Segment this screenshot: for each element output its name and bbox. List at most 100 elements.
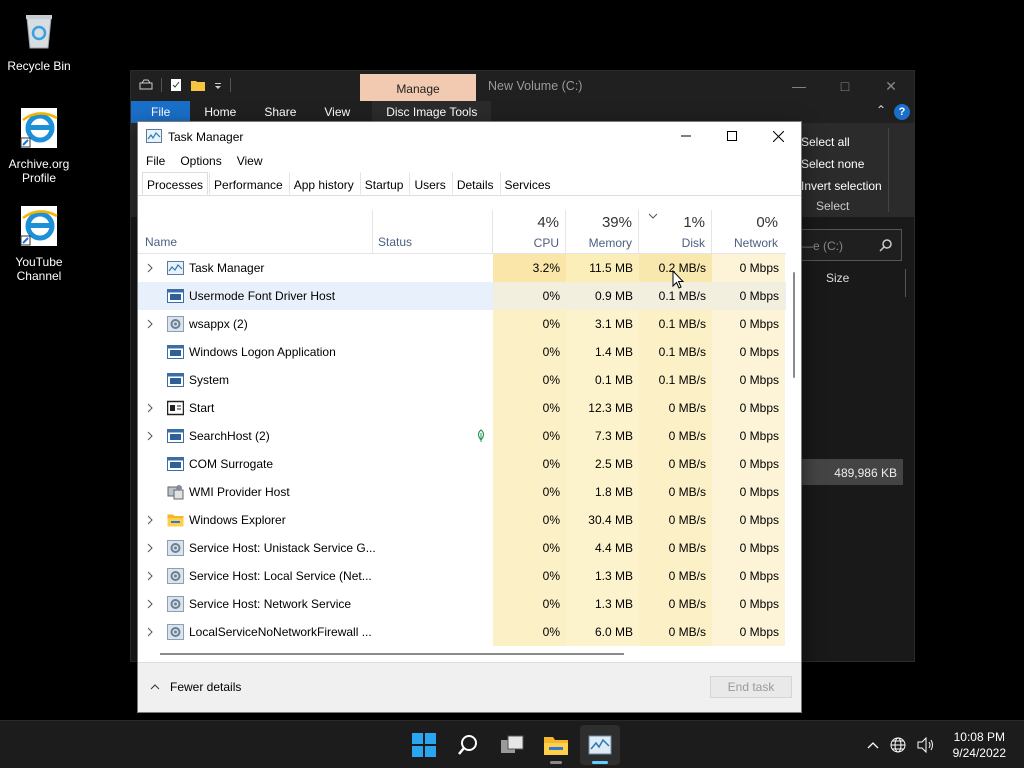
column-size-header[interactable]: Size bbox=[826, 271, 849, 285]
maximize-icon[interactable] bbox=[709, 122, 755, 150]
chevron-right-icon[interactable] bbox=[146, 319, 154, 329]
desktop-icon-youtube[interactable]: YouTube Channel bbox=[1, 204, 77, 283]
fewer-details-button[interactable]: Fewer details bbox=[150, 680, 241, 694]
taskbar-file-explorer[interactable] bbox=[536, 725, 576, 765]
process-row[interactable]: Task Manager 3.2% 11.5 MB 0.2 MB/s 0 Mbps bbox=[138, 254, 786, 282]
explorer-title: New Volume (C:) bbox=[488, 79, 583, 93]
chevron-right-icon[interactable] bbox=[146, 515, 154, 525]
tab-home[interactable]: Home bbox=[190, 101, 250, 123]
scrollbar-thumb[interactable] bbox=[160, 653, 624, 655]
close-icon[interactable]: ✕ bbox=[868, 71, 914, 101]
task-view-button[interactable] bbox=[492, 725, 532, 765]
process-row[interactable]: Usermode Font Driver Host 0% 0.9 MB 0.1 MB/… bbox=[138, 282, 786, 310]
drive-icon[interactable] bbox=[139, 79, 153, 91]
disk-cell: 0 MB/s bbox=[639, 618, 712, 646]
chevron-right-icon[interactable] bbox=[146, 571, 154, 581]
process-row[interactable]: Start 0% 12.3 MB 0 MB/s 0 Mbps bbox=[138, 394, 786, 422]
clock[interactable]: 10:08 PM 9/24/2022 bbox=[953, 729, 1006, 761]
taskbar-apps bbox=[404, 725, 620, 765]
desktop-icon-archive-org[interactable]: Archive.org Profile bbox=[1, 106, 77, 185]
new-folder-icon[interactable] bbox=[190, 78, 206, 92]
process-name: Service Host: Unistack Service G... bbox=[189, 541, 376, 555]
chevron-right-icon[interactable] bbox=[146, 599, 154, 609]
properties-icon[interactable] bbox=[170, 78, 182, 92]
cpu-cell: 0% bbox=[493, 506, 566, 534]
explorer-search-input[interactable]: P—e (C:) bbox=[786, 229, 902, 261]
task-manager-titlebar[interactable]: Task Manager bbox=[138, 122, 801, 150]
volume-icon[interactable] bbox=[917, 737, 935, 753]
desktop-icon-recycle-bin[interactable]: Recycle Bin bbox=[1, 8, 77, 73]
maximize-icon[interactable]: □ bbox=[822, 71, 868, 101]
close-icon[interactable] bbox=[755, 122, 801, 150]
column-header-network[interactable]: 0% Network bbox=[712, 210, 784, 250]
column-header-disk[interactable]: 1% Disk bbox=[639, 210, 711, 250]
taskbar-task-manager[interactable] bbox=[580, 725, 620, 765]
cpu-cell: 0% bbox=[493, 310, 566, 338]
end-task-button[interactable]: End task bbox=[710, 676, 792, 698]
invert-selection-button[interactable]: Invert selection bbox=[801, 175, 891, 197]
tab-strip: Processes Performance App history Startu… bbox=[138, 172, 801, 196]
start-button[interactable] bbox=[404, 725, 444, 765]
process-row[interactable]: Windows Explorer 0% 30.4 MB 0 MB/s 0 Mbps bbox=[138, 506, 786, 534]
chevron-right-icon[interactable] bbox=[146, 627, 154, 637]
disk-total-percent: 1% bbox=[683, 214, 705, 231]
task-manager-window[interactable]: Task Manager File Options View Processes… bbox=[137, 121, 802, 713]
column-header-cpu[interactable]: 4% CPU bbox=[493, 210, 565, 250]
tab-share[interactable]: Share bbox=[250, 101, 310, 123]
collapse-ribbon-icon[interactable]: ⌃ bbox=[876, 103, 886, 117]
horizontal-scrollbar[interactable] bbox=[138, 649, 786, 657]
process-row[interactable]: COM Surrogate 0% 2.5 MB 0 MB/s 0 Mbps bbox=[138, 450, 786, 478]
folder-icon bbox=[167, 512, 184, 528]
chevron-right-icon[interactable] bbox=[146, 403, 154, 413]
select-group: Select all Select none Invert selection bbox=[801, 131, 891, 197]
process-row[interactable]: wsappx (2) 0% 3.1 MB 0.1 MB/s 0 Mbps bbox=[138, 310, 786, 338]
qat-dropdown-icon[interactable] bbox=[214, 81, 222, 89]
process-name: SearchHost (2) bbox=[189, 429, 270, 443]
memory-cell: 0.1 MB bbox=[566, 366, 639, 394]
process-row[interactable]: Service Host: Network Service 0% 1.3 MB 0 M… bbox=[138, 590, 786, 618]
chevron-right-icon[interactable] bbox=[146, 431, 154, 441]
chevron-up-icon[interactable] bbox=[867, 741, 879, 749]
select-all-button[interactable]: Select all bbox=[801, 131, 891, 153]
tab-file[interactable]: File bbox=[131, 101, 191, 123]
column-header-memory[interactable]: 39% Memory bbox=[566, 210, 638, 250]
chevron-right-icon[interactable] bbox=[146, 263, 154, 273]
process-row[interactable]: SearchHost (2) 0% 7.3 MB 0 MB/s 0 Mbps bbox=[138, 422, 786, 450]
tab-manage-contextual[interactable]: Manage bbox=[360, 74, 476, 101]
tab-view[interactable]: View bbox=[310, 101, 364, 123]
menu-file[interactable]: File bbox=[146, 150, 174, 172]
memory-cell: 1.4 MB bbox=[566, 338, 639, 366]
tab-details[interactable]: Details bbox=[451, 172, 499, 195]
cpu-cell: 0% bbox=[493, 562, 566, 590]
process-row[interactable]: Windows Logon Application 0% 1.4 MB 0.1 MB/… bbox=[138, 338, 786, 366]
network-globe-icon[interactable] bbox=[889, 736, 907, 754]
minimize-icon[interactable]: — bbox=[776, 71, 822, 101]
process-row[interactable]: Service Host: Unistack Service G... 0% 4.4… bbox=[138, 534, 786, 562]
vertical-scrollbar[interactable] bbox=[790, 254, 798, 647]
process-row[interactable]: WMI Provider Host 0% 1.8 MB 0 MB/s 0 Mbps bbox=[138, 478, 786, 506]
select-none-button[interactable]: Select none bbox=[801, 153, 891, 175]
tab-users[interactable]: Users bbox=[409, 172, 450, 195]
tab-performance[interactable]: Performance bbox=[209, 172, 288, 195]
column-header-name[interactable]: Name bbox=[145, 235, 177, 249]
tab-startup[interactable]: Startup bbox=[359, 172, 409, 195]
help-icon[interactable]: ? bbox=[894, 104, 910, 120]
file-size-cell[interactable]: 489,986 KB bbox=[801, 459, 903, 485]
process-name: Start bbox=[189, 401, 215, 415]
system-tray: 10:08 PM 9/24/2022 bbox=[867, 721, 1024, 768]
menu-view[interactable]: View bbox=[237, 150, 272, 172]
tab-services[interactable]: Services bbox=[499, 172, 556, 195]
menu-options[interactable]: Options bbox=[180, 150, 230, 172]
scrollbar-thumb[interactable] bbox=[793, 272, 795, 378]
tab-disc-image-tools[interactable]: Disc Image Tools bbox=[372, 101, 492, 123]
search-button[interactable] bbox=[448, 725, 488, 765]
chevron-right-icon[interactable] bbox=[146, 543, 154, 553]
process-row[interactable]: LocalServiceNoNetworkFirewall ... 0% 6.0 M… bbox=[138, 618, 786, 646]
process-row[interactable]: Service Host: Local Service (Net... 0% 1.3… bbox=[138, 562, 786, 590]
tab-app-history[interactable]: App history bbox=[288, 172, 359, 195]
process-row[interactable]: System 0% 0.1 MB 0.1 MB/s 0 Mbps bbox=[138, 366, 786, 394]
minimize-icon[interactable] bbox=[663, 122, 709, 150]
tab-processes[interactable]: Processes bbox=[142, 172, 209, 195]
explorer-titlebar[interactable]: Manage New Volume (C:) — □ ✕ bbox=[131, 71, 914, 101]
column-header-status[interactable]: Status bbox=[378, 235, 412, 249]
